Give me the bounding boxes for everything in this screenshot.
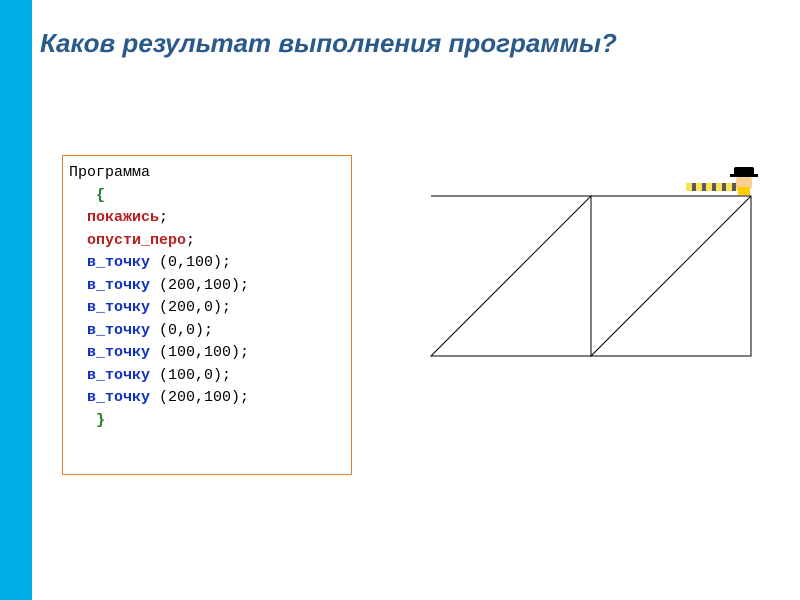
code-semi: ; [159,209,168,226]
code-text: } [69,412,105,429]
program-code-box: Программа { покажись; опусти_перо; в_точ… [62,155,352,475]
code-goto-line: в_точку (200,100); [69,275,345,298]
code-text: опусти_перо [69,232,186,249]
code-kw: в_точку [69,277,150,294]
code-kw: в_точку [69,389,150,406]
code-args: (0,100); [150,254,231,271]
code-args: (100,100); [150,344,249,361]
code-args: (200,100); [150,389,249,406]
code-goto-line: в_точку (200,0); [69,297,345,320]
turtle-character-icon [730,167,758,195]
code-goto-line: в_точку (200,100); [69,387,345,410]
code-goto-line: в_точку (100,100); [69,342,345,365]
code-goto-line: в_точку (0,0); [69,320,345,343]
code-args: (0,0); [150,322,213,339]
code-kw: в_точку [69,344,150,361]
code-text: Программа [69,164,150,181]
code-args: (200,0); [150,299,231,316]
code-goto-line: в_точку (0,100); [69,252,345,275]
code-cmd-show: покажись; [69,207,345,230]
code-cmd-pendown: опусти_перо; [69,230,345,253]
code-text: покажись [69,209,159,226]
page-title: Каков результат выполнения программы? [40,28,790,59]
drawing-output [430,195,752,367]
code-kw: в_точку [69,367,150,384]
code-semi: ; [186,232,195,249]
accent-stripe [0,0,32,600]
code-kw: в_точку [69,299,150,316]
code-goto-line: в_точку (100,0); [69,365,345,388]
code-kw: в_точку [69,322,150,339]
code-header: Программа [69,162,345,185]
code-text: { [69,187,105,204]
body-icon [738,187,750,195]
code-close-brace: } [69,410,345,433]
code-args: (200,100); [150,277,249,294]
code-args: (100,0); [150,367,231,384]
code-kw: в_точку [69,254,150,271]
code-open-brace: { [69,185,345,208]
trace-svg [430,195,752,367]
